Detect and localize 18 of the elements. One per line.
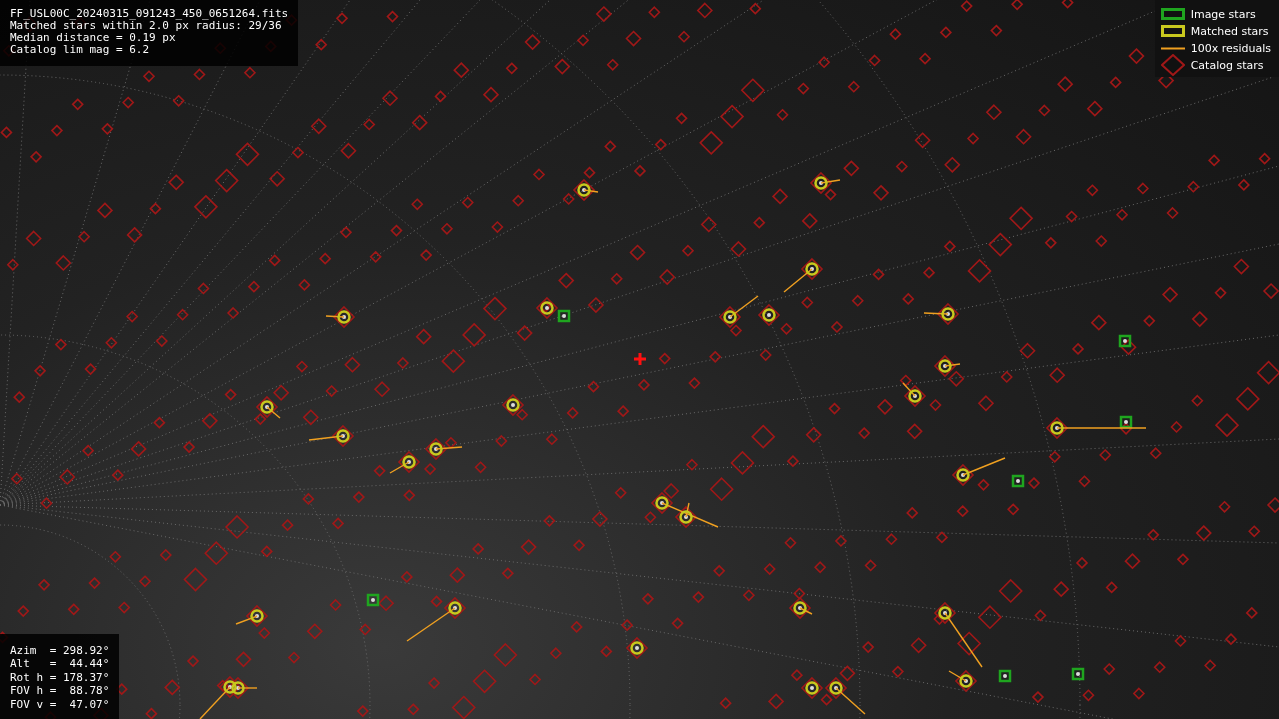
- pointing-text: Azim = 298.92°: [10, 643, 110, 657]
- pointing-text: Rot h = 178.37°: [10, 670, 110, 684]
- pointing-text: FOV h = 88.78°: [10, 684, 110, 698]
- square-outline-icon: [1160, 8, 1185, 20]
- info-text: Median distance = 0.19 px: [10, 32, 177, 44]
- line-icon: [1160, 46, 1185, 50]
- info-text: Matched stars within 2.0 px radius: 29/36: [10, 20, 282, 32]
- legend-label: 100x residuals: [1190, 41, 1271, 55]
- square-outline-icon: [1160, 25, 1185, 37]
- info-text: FF_USL00C_20240315_091243_450_0651264.fits: [10, 8, 289, 20]
- crosshair-icon: [634, 353, 646, 365]
- legend-label: Matched stars: [1190, 24, 1269, 38]
- diamond-icon: [1160, 54, 1185, 76]
- legend-label: Catalog stars: [1190, 58, 1264, 72]
- pointing-text: Alt = 44.44°: [10, 657, 110, 671]
- info-text: Catalog lim mag = 6.2: [10, 44, 151, 56]
- legend-label: Image stars: [1190, 7, 1256, 21]
- pointing-text: FOV v = 47.07°: [10, 697, 110, 711]
